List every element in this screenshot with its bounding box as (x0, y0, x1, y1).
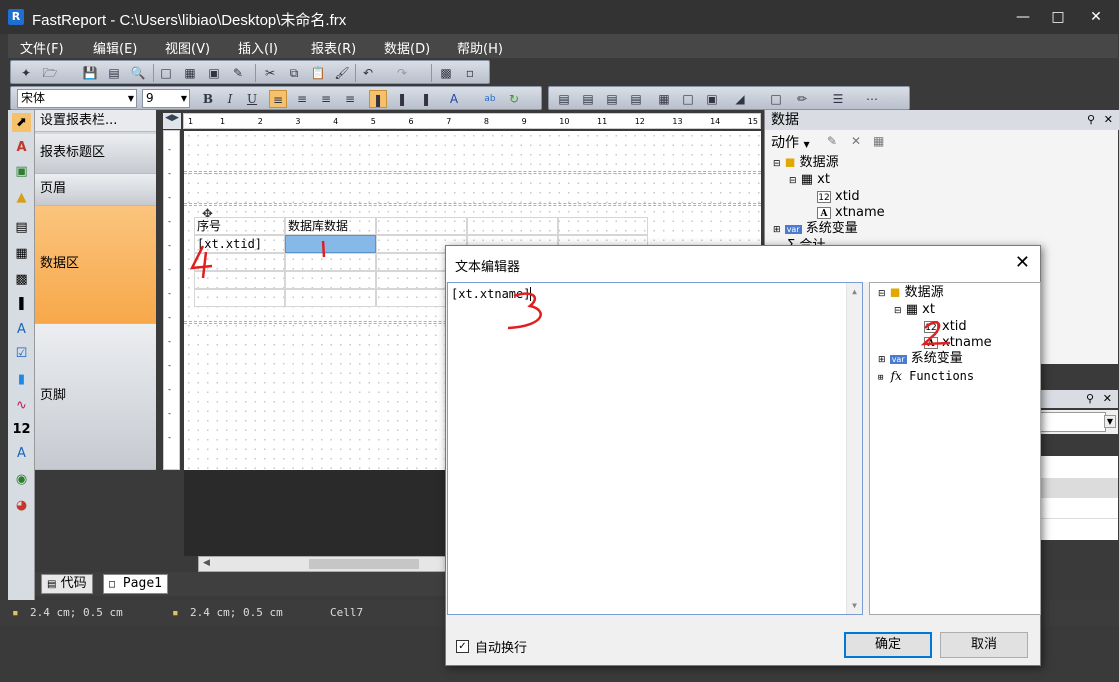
annotation-2 (920, 321, 951, 346)
fastreport-window: R FastReport - C:\Users\libiao\Desktop\未… (0, 0, 1119, 682)
annotation-3 (507, 292, 542, 330)
red-annotations (189, 240, 951, 346)
annotation-1 (321, 240, 326, 258)
annotation-4 (189, 245, 213, 279)
